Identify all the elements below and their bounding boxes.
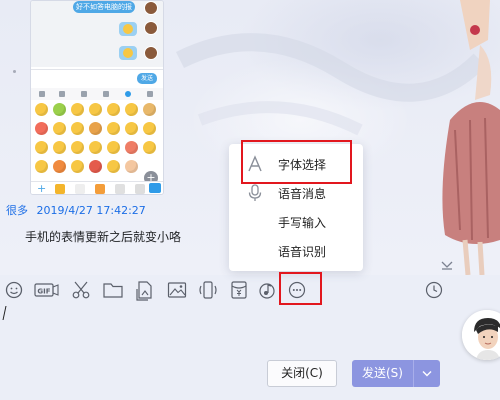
screenshot-button[interactable] [70,279,92,301]
menu-item-label: 手写输入 [278,216,327,230]
image-button[interactable] [166,279,188,301]
menu-item-label: 语音消息 [278,187,327,201]
message-header: 很多 2019/4/27 17:42:27 [6,204,146,218]
avatar[interactable] [462,310,500,360]
user-avatar-image [462,310,500,360]
image-avatar [144,46,158,60]
phone-shake-icon [199,281,217,299]
picture-file-icon [136,281,152,301]
annotation-highlight-box [279,272,322,305]
folder-icon [103,283,123,298]
send-picture-file-button[interactable] [134,279,156,301]
image-input-bar: 发送 [31,69,163,87]
image-emoji-tabs: + [31,181,163,194]
image-avatar [144,1,158,15]
scissors-icon [72,281,90,299]
window-shake-button[interactable] [197,279,219,301]
send-button-group: 发送(S) [352,360,440,387]
music-icon [259,283,275,299]
input-toolbar: GIF [0,275,460,305]
image-chat-area: 好不如答电脑的报 [31,1,163,67]
image-icon [167,282,187,298]
emoji-button[interactable] [3,279,25,301]
gif-icon: GIF [34,283,59,297]
chevron-down-icon [422,371,432,377]
chevron-down-icon[interactable] [441,260,453,270]
gif-label: GIF [37,288,50,296]
image-emoji-sticker [119,46,137,60]
send-options-button[interactable] [414,360,440,387]
gif-button[interactable]: GIF [34,279,60,301]
music-button[interactable] [256,279,278,301]
image-emoji-sticker [119,22,137,36]
image-bubble-text: 好不如答电脑的报 [73,1,135,13]
message-text: 手机的表情更新之后就变小咯 [25,230,182,244]
character-illustration [442,0,500,275]
close-button[interactable]: 关闭(C) [267,360,337,387]
menu-item-label: 语音识别 [278,245,327,259]
image-send-button: 发送 [137,73,157,84]
history-clock-icon [425,281,443,299]
annotation-highlight-box [241,140,352,184]
send-button[interactable]: 发送(S) [352,360,414,387]
image-toolbar [31,88,163,100]
message-input[interactable] [0,305,455,355]
file-button[interactable] [102,279,124,301]
image-emoji-grid [35,103,161,181]
red-packet-button[interactable] [228,279,250,301]
sender-name[interactable]: 很多 [6,204,28,217]
history-button[interactable] [423,279,445,301]
emoji-icon [5,281,23,299]
message-timestamp: 2019/4/27 17:42:27 [36,204,146,217]
microphone-icon [246,184,264,202]
menu-item-handwriting[interactable]: 手写输入 [229,208,363,237]
menu-item-speech-recognition[interactable]: 语音识别 [229,237,363,266]
image-message[interactable]: 好不如答电脑的报 发送 + + [30,0,164,195]
image-avatar [144,21,158,35]
red-packet-icon [231,281,247,299]
message-dot [13,70,16,73]
